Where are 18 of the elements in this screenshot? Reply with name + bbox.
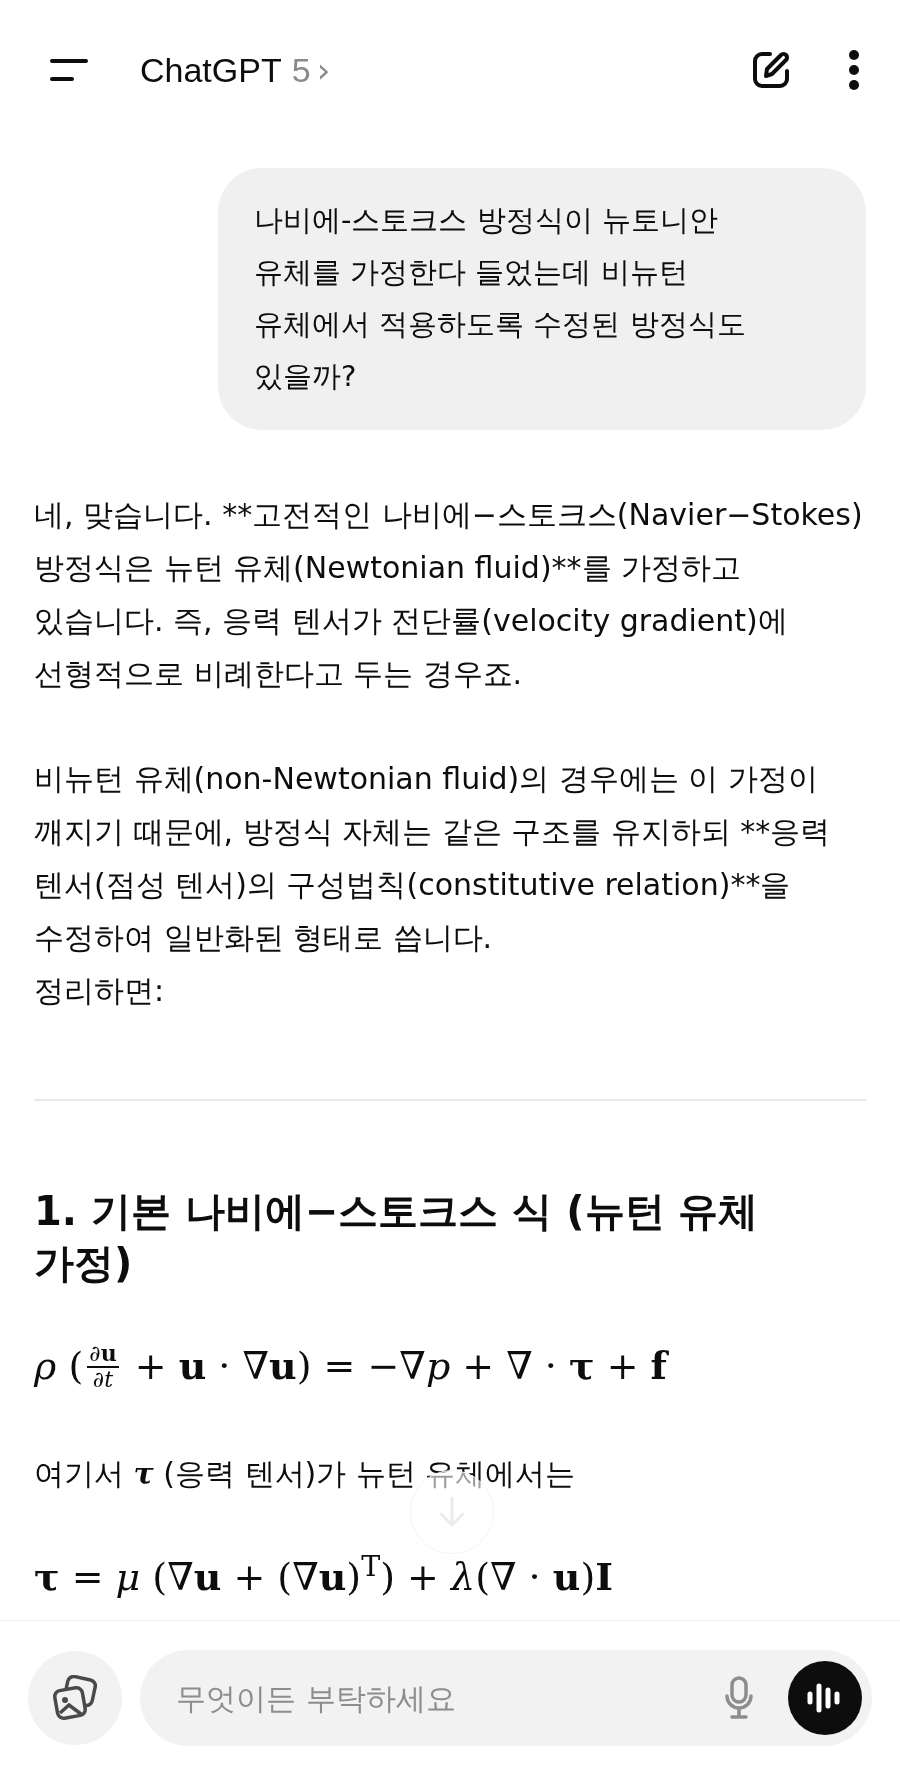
response-paragraph: 여기서 τ (응력 텐서)가 뉴턴 유체에서는 — [34, 1455, 577, 1493]
message-field[interactable]: 무엇이든 부탁하세요 — [140, 1650, 872, 1746]
more-options-icon[interactable] — [848, 50, 860, 90]
response-paragraph: 네, 맞습니다. **고전적인 나비에−스토크스(Navier−Stokes) 방정식은 뉴턴 유체(Newtonian fluid)**를 가정하고 있습니다. 즉, 응력 텐서가 전단률(velocity gradient)에 선형적으로 비례한다고 두는 경우죠. — [34, 496, 864, 693]
chevron-icon[interactable]: › — [316, 44, 331, 96]
new-chat-icon[interactable] — [752, 50, 790, 90]
user-message: 나비에-스토크스 방정식이 뉴토니안 유체를 가정한다 들었는데 비뉴턴 유체에서 적용하도록 수정된 방정식도 있을까? — [218, 168, 866, 430]
section-heading: 1. 기본 나비에−스토크스 식 (뉴턴 유체 가정) — [34, 1187, 760, 1288]
math-equation: τ = μ (∇u + (∇u)$^{T}$) + λ(∇ · u)I — [34, 1548, 613, 1601]
math-equation: ρ (∂u ∂t + u · ∇u) = −∇p + ∇ · τ + f — [34, 1338, 667, 1394]
menu-icon[interactable] — [50, 58, 88, 82]
response-paragraph: 비뉴턴 유체(non-Newtonian fluid)의 경우에는 이 가정이 깨지기 때문에, 방정식 자체는 같은 구조를 유지하되 **응력 텐서(점성 텐서)의 구성법칙(constitutive relation)**을 수정하여 일반화된 형태로 씁니다. 정리하면: — [34, 760, 832, 1010]
model-version[interactable]: 5 — [291, 44, 311, 96]
microphone-icon[interactable] — [724, 1676, 754, 1720]
voice-mode-button[interactable] — [788, 1661, 862, 1735]
model-title[interactable]: ChatGPT — [140, 44, 282, 96]
images-icon — [52, 1675, 98, 1721]
message-input[interactable]: 무엇이든 부탁하세요 — [174, 1674, 724, 1722]
